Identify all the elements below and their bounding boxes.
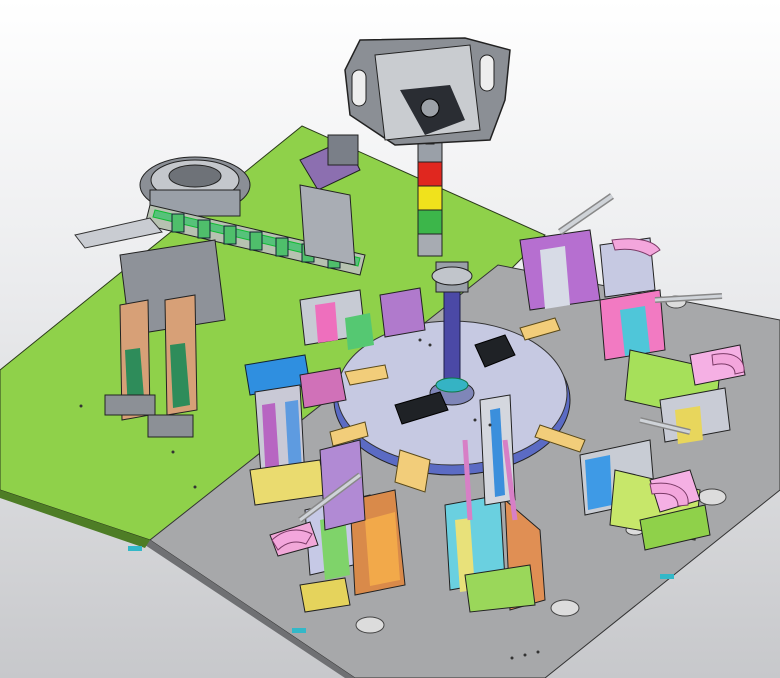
cad-viewport[interactable]: [0, 0, 780, 678]
machine-assembly-drawing: [0, 37, 780, 678]
signal-box-mounting-plate: [344, 37, 511, 146]
chute-ramp: [74, 217, 163, 249]
